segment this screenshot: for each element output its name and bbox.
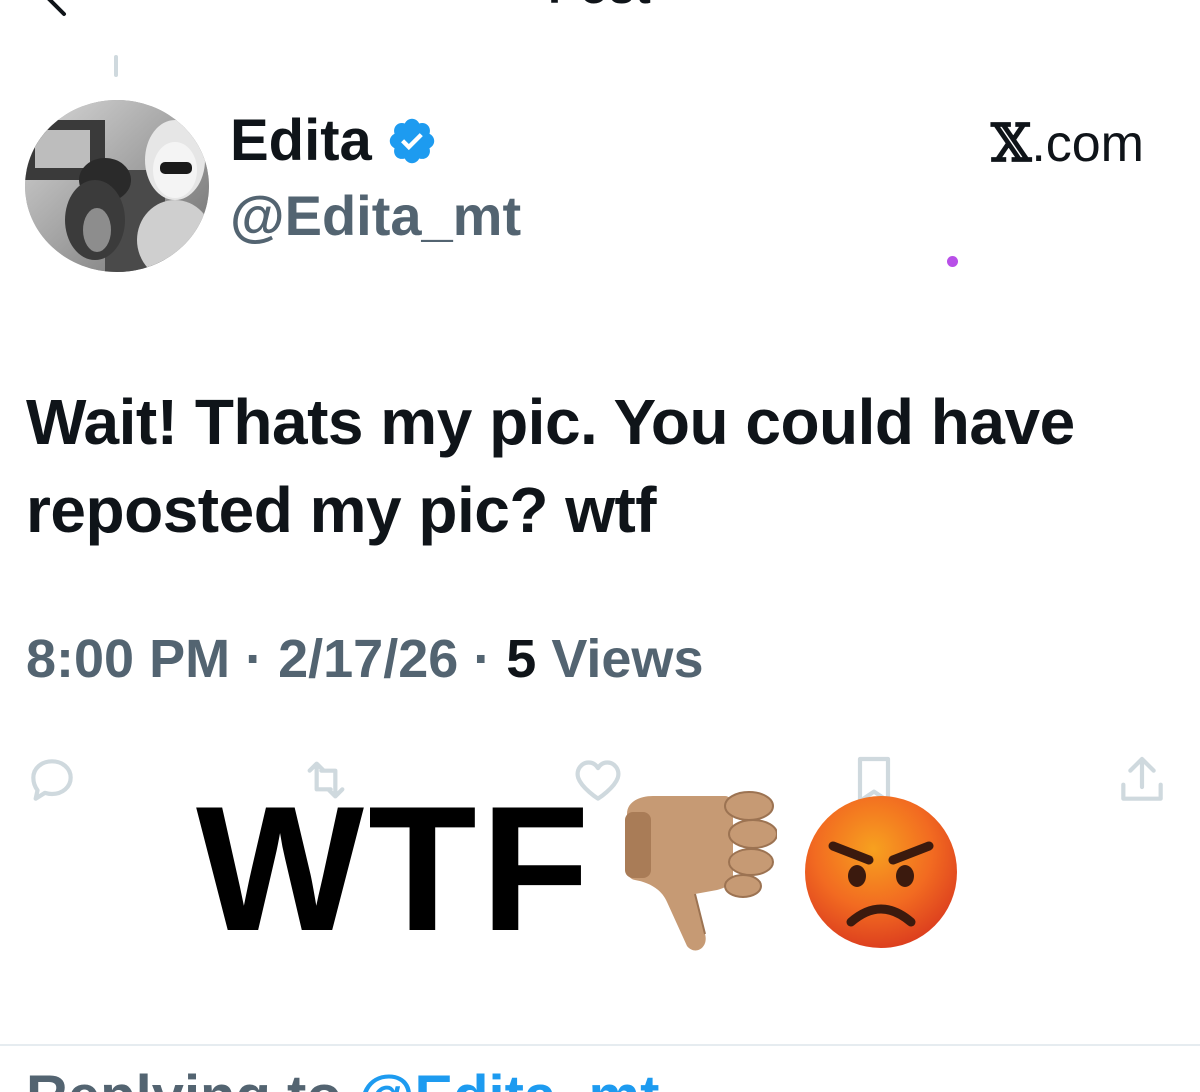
meta-separator: · bbox=[245, 629, 264, 689]
thread-connector bbox=[114, 55, 118, 77]
angry-face-icon bbox=[805, 796, 958, 948]
thumbs-down-icon bbox=[625, 791, 778, 951]
views-count: 5 bbox=[506, 629, 537, 689]
x-logo-icon: 𝕏 bbox=[990, 113, 1032, 174]
brand-watermark: 𝕏.com bbox=[991, 115, 1144, 173]
dot-marker bbox=[947, 256, 958, 267]
post-meta: 8:00 PM · 2/17/26 · 5 Views bbox=[26, 632, 703, 686]
post-time: 8:00 PM bbox=[26, 629, 231, 689]
author-handle[interactable]: @Edita_mt bbox=[230, 188, 521, 244]
share-button[interactable] bbox=[1114, 752, 1170, 808]
reply-icon bbox=[31, 759, 73, 801]
share-icon bbox=[1121, 756, 1163, 801]
display-name[interactable]: Edita bbox=[230, 112, 372, 170]
author-name-row[interactable]: Edita bbox=[230, 112, 438, 170]
meta-separator: · bbox=[473, 629, 492, 689]
replying-to-prefix: Replying to bbox=[26, 1064, 358, 1092]
avatar[interactable] bbox=[25, 100, 209, 272]
avatar-photo bbox=[25, 100, 209, 272]
section-divider bbox=[0, 1044, 1200, 1046]
page-title: Post bbox=[0, 0, 1200, 14]
replying-to: Replying to @Edita_mt bbox=[26, 1068, 659, 1092]
verified-badge-icon bbox=[389, 118, 435, 164]
replying-to-mention[interactable]: @Edita_mt bbox=[358, 1064, 660, 1092]
post-date: 2/17/26 bbox=[278, 629, 459, 689]
post-detail-page: Post Edita bbox=[0, 0, 1200, 1092]
overlay-text: WTF bbox=[196, 769, 594, 968]
wtf-overlay: WTF bbox=[196, 780, 961, 958]
views-label[interactable]: Views bbox=[551, 629, 703, 689]
brand-suffix: .com bbox=[1031, 115, 1144, 173]
reply-button[interactable] bbox=[24, 752, 80, 808]
post-text: Wait! Thats my pic. You could have repos… bbox=[26, 386, 1075, 546]
